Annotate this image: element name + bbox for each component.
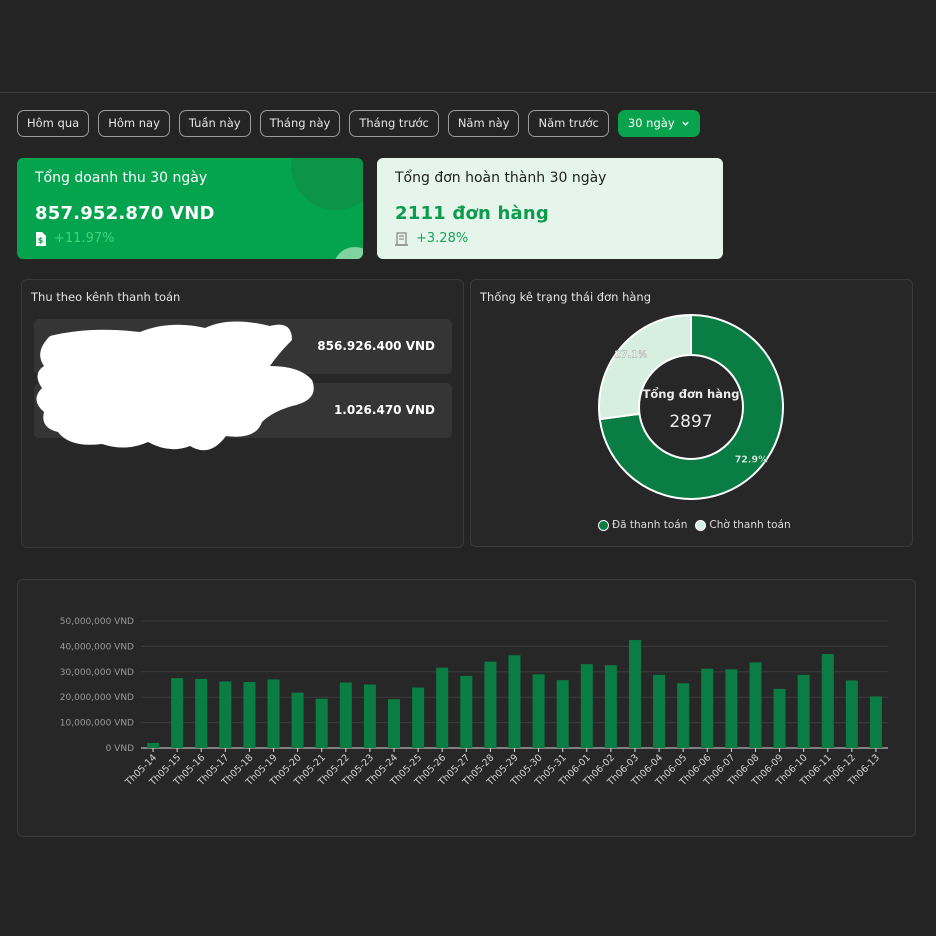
y-tick-label: 10,000,000 VND <box>60 719 134 729</box>
donut-legend: Đã thanh toán Chờ thanh toán <box>598 519 799 531</box>
filter-last-year[interactable]: Năm trước <box>528 110 609 137</box>
y-tick-label: 20,000,000 VND <box>60 693 134 703</box>
filter-this-week[interactable]: Tuần này <box>178 110 251 137</box>
revenue-title: Tổng doanh thu 30 ngày <box>35 170 208 186</box>
bar-Th05-15[interactable] <box>171 678 184 748</box>
receipt-icon <box>395 231 408 246</box>
bar-Th05-25[interactable] <box>412 687 425 748</box>
orders-value: 2111 đơn hàng <box>395 203 549 224</box>
y-tick-label: 30,000,000 VND <box>60 668 134 678</box>
bar-Th05-24[interactable] <box>388 699 401 748</box>
y-tick-label: 50,000,000 VND <box>60 617 134 627</box>
legend-swatch <box>598 519 609 531</box>
orders-card: Tổng đơn hoàn thành 30 ngày 2111 đơn hàn… <box>377 158 723 259</box>
payment-amount: 856.926.400 VND <box>317 339 435 353</box>
bar-Th05-21[interactable] <box>315 698 328 748</box>
chevron-down-icon <box>681 121 689 126</box>
filter-30-days-label: 30 ngày <box>627 116 675 130</box>
legend-label: Chờ thanh toán <box>709 519 791 531</box>
filter-yesterday[interactable]: Hôm qua <box>17 110 90 137</box>
payment-amount: 1.026.470 VND <box>333 403 435 417</box>
revenue-value: 857.952.870 VND <box>35 203 215 224</box>
bar-Th05-31[interactable] <box>556 680 569 748</box>
bar-Th06-03[interactable] <box>628 640 641 748</box>
bar-Th06-06[interactable] <box>701 668 714 748</box>
bar-Th05-30[interactable] <box>532 674 545 748</box>
bar-Th06-12[interactable] <box>845 680 858 748</box>
y-tick-label: 40,000,000 VND <box>60 642 134 652</box>
y-tick-label: 0 VND <box>106 744 134 754</box>
legend-item-pending[interactable]: Chờ thanh toán <box>695 519 791 531</box>
revenue-card: Tổng doanh thu 30 ngày 857.952.870 VND $… <box>17 158 363 259</box>
bar-Th06-08[interactable] <box>749 662 762 748</box>
date-filter-bar: Hôm qua Hôm nay Tuần này Tháng này Tháng… <box>17 110 709 137</box>
bar-Th05-20[interactable] <box>291 692 304 748</box>
bar-Th05-29[interactable] <box>508 655 521 748</box>
legend-swatch <box>695 519 707 531</box>
revenue-delta-value: +11.97% <box>54 231 115 246</box>
invoice-dollar-icon: $ <box>36 231 46 246</box>
redaction-scribble <box>36 321 314 451</box>
bar-Th05-19[interactable] <box>267 679 280 748</box>
orders-delta-value: +3.28% <box>416 231 469 246</box>
orders-title: Tổng đơn hoàn thành 30 ngày <box>395 170 607 186</box>
bar-Th06-01[interactable] <box>580 664 593 748</box>
filter-this-year[interactable]: Năm này <box>447 110 520 137</box>
svg-text:$: $ <box>38 236 44 245</box>
bar-Th05-18[interactable] <box>243 681 256 748</box>
bar-Th06-11[interactable] <box>821 654 834 748</box>
bar-Th06-04[interactable] <box>653 674 666 748</box>
status-panel-title: Thống kê trạng thái đơn hàng <box>480 290 652 304</box>
bar-Th06-10[interactable] <box>797 674 810 748</box>
donut-center-value: 2897 <box>669 412 712 432</box>
bar-Th05-14[interactable] <box>147 742 160 748</box>
bar-Th06-13[interactable] <box>869 696 882 748</box>
revenue-delta: $ +11.97% <box>35 231 114 246</box>
filter-last-month[interactable]: Tháng trước <box>349 110 439 137</box>
bar-Th05-28[interactable] <box>484 661 497 748</box>
bar-Th05-16[interactable] <box>195 678 208 748</box>
bar-Th06-05[interactable] <box>677 683 690 748</box>
filter-today[interactable]: Hôm nay <box>98 110 170 137</box>
bar-Th06-07[interactable] <box>725 669 738 748</box>
payment-panel-title: Thu theo kênh thanh toán <box>31 290 181 304</box>
orders-delta: +3.28% <box>395 231 468 246</box>
top-bar <box>0 0 936 93</box>
bar-Th05-17[interactable] <box>219 681 232 748</box>
donut-label-pending: 27.1% <box>614 349 647 360</box>
bar-Th05-27[interactable] <box>460 675 473 748</box>
donut-hole <box>638 354 744 460</box>
bar-Th05-22[interactable] <box>339 682 352 748</box>
card-decoration <box>333 247 363 259</box>
card-decoration <box>291 158 363 210</box>
revenue-bar-chart-panel: 0 VND 10,000,000 VND 20,000,000 VND 30,000,… <box>17 579 916 837</box>
bar-Th05-23[interactable] <box>363 684 376 749</box>
filter-30-days-dropdown[interactable]: 30 ngày <box>617 110 700 137</box>
bar-Th05-26[interactable] <box>436 667 449 748</box>
legend-label: Đã thanh toán <box>612 519 688 531</box>
order-status-donut: Tổng đơn hàng 2897 72.9% 27.1% <box>598 313 784 500</box>
bar-Th06-09[interactable] <box>773 688 786 748</box>
revenue-bar-chart: 0 VND 10,000,000 VND 20,000,000 VND 30,000,… <box>60 617 888 789</box>
bar-Th06-02[interactable] <box>604 665 617 748</box>
donut-center-label: Tổng đơn hàng <box>643 386 740 401</box>
donut-label-paid: 72.9% <box>735 455 768 466</box>
legend-item-paid[interactable]: Đã thanh toán <box>598 519 687 531</box>
filter-this-month[interactable]: Tháng này <box>259 110 341 137</box>
order-status-panel: Thống kê trạng thái đơn hàng Tổng đơn hà… <box>470 279 913 547</box>
